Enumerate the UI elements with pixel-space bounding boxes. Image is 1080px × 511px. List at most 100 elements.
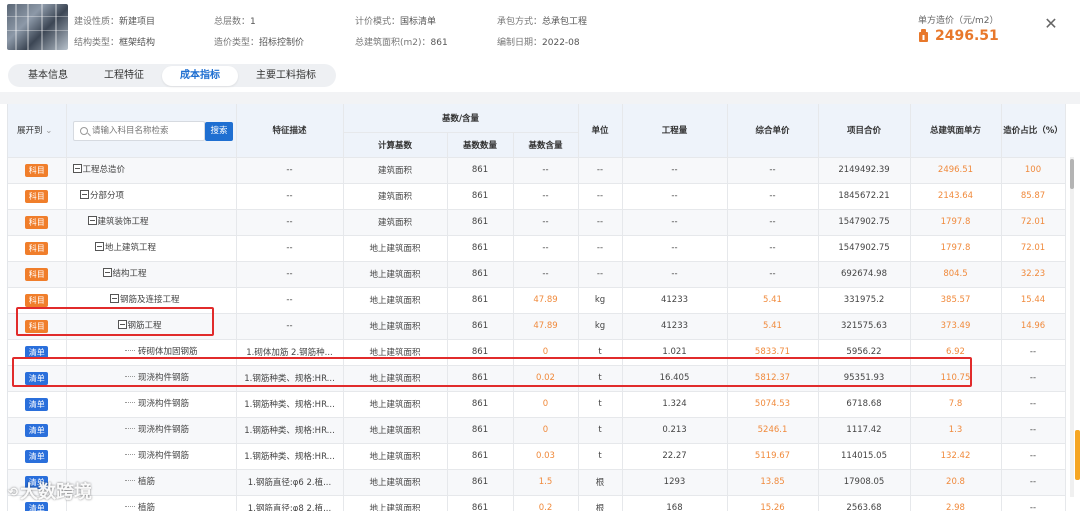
chevron-down-icon: ⌄	[45, 126, 53, 137]
cell-qty: 41233	[622, 287, 728, 314]
row-type-cell: 清单	[8, 339, 67, 366]
cell-total: 114015.05	[818, 443, 911, 470]
cell-qty: 1.324	[622, 391, 728, 418]
cell-base: 地上建筑面积	[343, 443, 448, 470]
collapse-toggle-icon[interactable]	[72, 163, 82, 173]
table-row[interactable]: 科目 钢筋及连接工程 -- 地上建筑面积 861 47.89 kg 41233 5.41 3319…	[8, 287, 1066, 314]
table-row[interactable]: 清单 现浇构件钢筋 1.钢筋种类、规格:HR... 地上建筑面积 861 0.02 t 16.…	[8, 365, 1066, 392]
tree-connector	[125, 427, 135, 429]
subject-search-input[interactable]	[92, 124, 202, 138]
cell-ratio: 15.44	[1001, 287, 1066, 314]
cell-content: --	[513, 235, 579, 262]
table-row[interactable]: 清单 现浇构件钢筋 1.钢筋种类、规格:HR... 地上建筑面积 861 0 t 0.213 5…	[8, 417, 1066, 444]
table-row[interactable]: 清单 植筋 1.钢筋直径:φ6 2.植... 地上建筑面积 861 1.5 根 1293 13.…	[8, 469, 1066, 496]
table-row[interactable]: 科目 建筑装饰工程 -- 建筑面积 861 -- -- -- -- 1547902.75 1797.…	[8, 209, 1066, 236]
cell-price: 5246.1	[727, 417, 819, 444]
subject-name-cell: 建筑装饰工程	[66, 209, 237, 236]
cell-ratio: --	[1001, 365, 1066, 392]
tab-main-material-indicators[interactable]: 主要工料指标	[238, 66, 334, 86]
cell-base-qty: 861	[447, 157, 514, 184]
subject-badge: 科目	[25, 241, 49, 255]
cell-ratio: --	[1001, 469, 1066, 496]
collapse-toggle-icon[interactable]	[87, 215, 97, 225]
cell-qty: 1293	[622, 469, 728, 496]
subject-badge: 科目	[25, 319, 49, 333]
collapse-toggle-icon[interactable]	[117, 319, 127, 329]
col-unit-price: 综合单价	[727, 104, 819, 158]
cell-qty: --	[622, 157, 728, 184]
cell-feature: 1.钢筋种类、规格:HR...	[236, 365, 344, 392]
cell-area: 1797.8	[910, 209, 1002, 236]
cell-unit: t	[578, 365, 623, 392]
table-row[interactable]: 科目 分部分项 -- 建筑面积 861 -- -- -- -- 1845672.21 2143.64…	[8, 183, 1066, 210]
cell-area: 110.75	[910, 365, 1002, 392]
subject-name: 现浇构件钢筋	[138, 450, 190, 461]
subject-name: 现浇构件钢筋	[138, 372, 190, 383]
subject-name-cell: 钢筋及连接工程	[66, 287, 237, 314]
row-type-cell: 科目	[8, 261, 67, 288]
table-row[interactable]: 科目 结构工程 -- 地上建筑面积 861 -- -- -- -- 692674.98 804.5 3…	[8, 261, 1066, 288]
cell-content: 0.02	[513, 365, 579, 392]
cell-unit: --	[578, 209, 623, 236]
cell-total: 1117.42	[818, 417, 911, 444]
cell-total: 95351.93	[818, 365, 911, 392]
tab-cost-indicators[interactable]: 成本指标	[162, 65, 238, 86]
bill-badge: 清单	[25, 345, 49, 359]
cost-indicator-table: 展开到 ⌄ 特征描述 基数/含量 单位 工程量 综合单价 项目合价 总建筑面单方…	[7, 104, 1072, 511]
expand-level-dropdown[interactable]: 展开到 ⌄	[8, 104, 67, 158]
collapse-toggle-icon[interactable]	[80, 189, 89, 199]
info-total-area: 总建筑面积(m2)：861	[355, 38, 448, 48]
subject-name: 地上建筑工程	[105, 242, 157, 253]
row-type-cell: 科目	[8, 235, 67, 262]
cell-qty: 16.405	[622, 365, 728, 392]
cell-feature: --	[236, 183, 344, 210]
cell-area: 132.42	[910, 443, 1002, 470]
table-row[interactable]: 清单 砖砌体加固钢筋 1.砌体加筋 2.钢筋种... 地上建筑面积 861 0 t 1.021…	[8, 339, 1066, 366]
cell-base: 地上建筑面积	[343, 287, 448, 314]
info-structure-type: 结构类型：框架结构	[74, 38, 156, 48]
cell-content: --	[513, 157, 579, 184]
cell-total: 2563.68	[818, 495, 911, 511]
collapse-toggle-icon[interactable]	[95, 241, 104, 251]
cell-total: 1547902.75	[818, 209, 911, 236]
table-row[interactable]: 清单 现浇构件钢筋 1.钢筋种类、规格:HR... 地上建筑面积 861 0 t 1.324 5…	[8, 391, 1066, 418]
col-base-content: 基数含量	[513, 132, 579, 158]
table-row[interactable]: 科目 工程总造价 -- 建筑面积 861 -- -- -- -- 2149492.39 2496.5…	[8, 157, 1066, 184]
cell-feature: --	[236, 261, 344, 288]
col-quantity: 工程量	[622, 104, 728, 158]
cell-base-qty: 861	[447, 235, 514, 262]
cell-content: 0	[513, 339, 579, 366]
bill-badge: 清单	[25, 397, 49, 411]
cell-feature: 1.钢筋种类、规格:HR...	[236, 391, 344, 418]
search-button[interactable]: 搜索	[205, 122, 233, 141]
subject-name-cell: 砖砌体加固钢筋	[66, 339, 237, 366]
close-button[interactable]: ✕	[1041, 14, 1061, 34]
cell-total: 321575.63	[818, 313, 911, 340]
info-construction-nature: 建设性质：新建项目	[74, 17, 156, 27]
tab-engineering-features[interactable]: 工程特征	[86, 66, 162, 86]
table-row[interactable]: 科目 钢筋工程 -- 地上建筑面积 861 47.89 kg 41233 5.41 321575.…	[8, 313, 1066, 340]
cell-area: 6.92	[910, 339, 1002, 366]
subject-search-field[interactable]	[73, 121, 205, 141]
subject-name: 砖砌体加固钢筋	[138, 346, 198, 357]
cell-unit: t	[578, 417, 623, 444]
cell-base: 建筑面积	[343, 157, 448, 184]
tab-basic-info[interactable]: 基本信息	[10, 66, 86, 86]
cell-base-qty: 861	[447, 339, 514, 366]
cell-qty: --	[622, 183, 728, 210]
subject-badge: 科目	[25, 189, 49, 203]
cell-base: 地上建筑面积	[343, 365, 448, 392]
table-row[interactable]: 清单 植筋 1.钢筋直径:φ8 2.植... 地上建筑面积 861 0.2 根 168 15.2…	[8, 495, 1066, 511]
subject-name-cell: 现浇构件钢筋	[66, 391, 237, 418]
collapse-toggle-icon[interactable]	[110, 293, 119, 303]
collapse-toggle-icon[interactable]	[102, 267, 112, 277]
vertical-scrollbar[interactable]	[1070, 157, 1074, 497]
cell-base-qty: 861	[447, 417, 514, 444]
table-row[interactable]: 清单 现浇构件钢筋 1.钢筋种类、规格:HR... 地上建筑面积 861 0.03 t 22.…	[8, 443, 1066, 470]
cell-area: 2.98	[910, 495, 1002, 511]
table-row[interactable]: 科目 地上建筑工程 -- 地上建筑面积 861 -- -- -- -- 1547902.75 179…	[8, 235, 1066, 262]
cell-total: 17908.05	[818, 469, 911, 496]
row-type-cell: 科目	[8, 287, 67, 314]
subject-name: 分部分项	[90, 190, 125, 201]
cell-content: 1.5	[513, 469, 579, 496]
